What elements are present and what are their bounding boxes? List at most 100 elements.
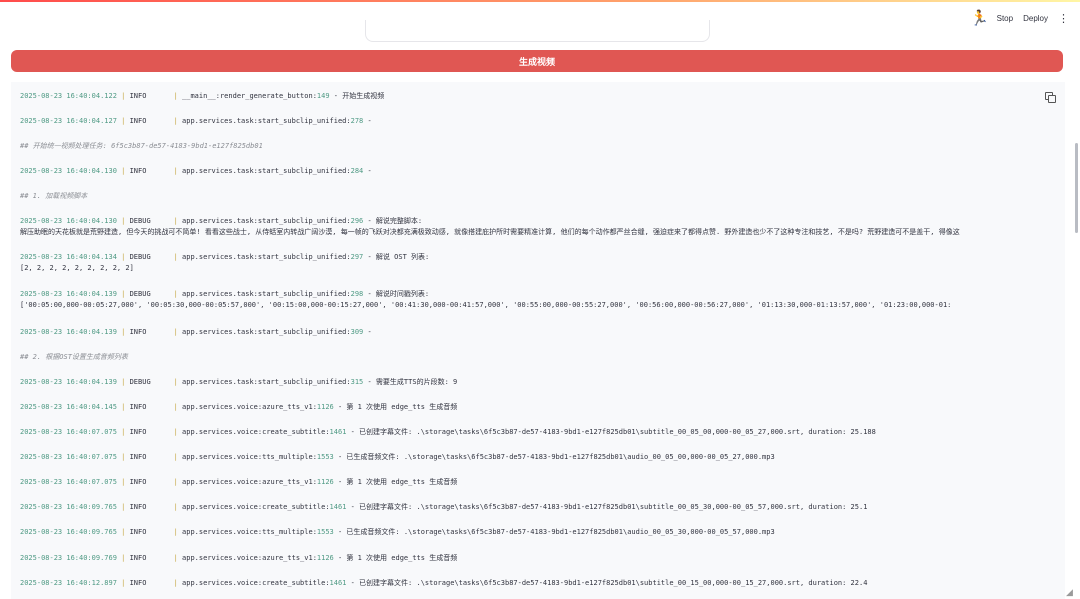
log-message: - 需要生成TTS的片段数: 9: [363, 378, 458, 386]
log-separator: |: [173, 290, 183, 298]
log-separator: |: [173, 378, 183, 386]
log-level: INFO: [129, 554, 147, 562]
vertical-ellipsis-icon[interactable]: ⋮: [1058, 12, 1069, 25]
log-entry: 2025-08-23 16:40:07.075 | INFO | app.serv…: [20, 452, 1065, 463]
log-continuation: ['00:05:00,000-00:05:27,000', '00:05:30,…: [20, 301, 952, 309]
running-man-icon: 🏃: [969, 8, 989, 27]
log-separator: |: [173, 503, 183, 511]
log-heading: ## 2. 根据OST设置生成音频列表: [20, 353, 128, 361]
log-entry: 2025-08-23 16:40:04.134 | DEBUG | app.ser…: [20, 252, 1065, 263]
log-level: INFO: [129, 579, 147, 587]
log-lineno: 309: [350, 328, 364, 336]
log-timestamp: 2025-08-23 16:40:09.769: [20, 554, 117, 562]
log-separator: |: [173, 554, 183, 562]
log-lineno: 296: [350, 217, 364, 225]
log-lineno: 1461: [329, 579, 347, 587]
log-timestamp: 2025-08-23 16:40:04.130: [20, 167, 117, 175]
log-module: app.services.task:start_subclip_unified: [182, 378, 347, 386]
log-message: -: [363, 328, 372, 336]
log-module: app.services.voice:azure_tts_v1: [182, 478, 313, 486]
log-module: app.services.voice:azure_tts_v1: [182, 403, 313, 411]
log-separator: |: [173, 92, 183, 100]
log-module: app.services.voice:azure_tts_v1: [182, 554, 313, 562]
log-message: - 开始生成视频: [329, 92, 385, 100]
log-timestamp: 2025-08-23 16:40:09.765: [20, 528, 117, 536]
log-timestamp: 2025-08-23 16:40:04.145: [20, 403, 117, 411]
log-level: INFO: [129, 478, 147, 486]
log-lineno: 297: [350, 253, 364, 261]
log-lineno: 298: [350, 290, 364, 298]
generate-video-button[interactable]: 生成视频: [11, 50, 1063, 72]
log-module: app.services.task:start_subclip_unified: [182, 117, 347, 125]
log-separator: |: [116, 328, 130, 336]
log-separator: |: [173, 217, 183, 225]
log-lineno: 1461: [329, 503, 347, 511]
log-timestamp: 2025-08-23 16:40:07.075: [20, 478, 117, 486]
log-separator: |: [173, 253, 183, 261]
log-separator: |: [173, 528, 183, 536]
log-continuation: [2, 2, 2, 2, 2, 2, 2, 2, 2]: [20, 264, 134, 272]
log-separator: |: [116, 478, 130, 486]
log-lineno: 149: [316, 92, 330, 100]
log-module: app.services.voice:tts_multiple: [182, 453, 313, 461]
log-separator: |: [173, 453, 183, 461]
log-lineno: 284: [350, 167, 364, 175]
log-level: INFO: [129, 528, 147, 536]
log-entry: 2025-08-23 16:40:04.139 | DEBUG | app.ser…: [20, 289, 1065, 300]
log-output: 2025-08-23 16:40:04.122 | INFO | __main__…: [11, 82, 1065, 599]
log-level: DEBUG: [129, 290, 151, 298]
deploy-button[interactable]: Deploy: [1023, 14, 1048, 23]
log-lineno: 1126: [316, 478, 334, 486]
log-separator: |: [116, 403, 130, 411]
log-entry: 2025-08-23 16:40:09.765 | INFO | app.serv…: [20, 502, 1065, 513]
log-timestamp: 2025-08-23 16:40:04.134: [20, 253, 117, 261]
log-lineno: 1126: [316, 403, 334, 411]
log-entry: 2025-08-23 16:40:04.145 | INFO | app.serv…: [20, 402, 1065, 413]
log-separator: |: [116, 528, 130, 536]
log-separator: |: [116, 503, 130, 511]
page-scrollbar[interactable]: [1075, 143, 1078, 233]
log-module: app.services.voice:tts_multiple: [182, 528, 313, 536]
log-separator: |: [116, 428, 130, 436]
log-separator: |: [116, 117, 130, 125]
log-entry: 2025-08-23 16:40:09.765 | INFO | app.serv…: [20, 527, 1065, 538]
log-level: INFO: [129, 428, 147, 436]
log-timestamp: 2025-08-23 16:40:12.897: [20, 579, 117, 587]
log-separator: |: [116, 453, 130, 461]
log-message: - 已创建字幕文件: .\storage\tasks\6f5c3b87-de57…: [346, 503, 868, 511]
log-separator: |: [173, 328, 183, 336]
log-heading: ## 开始统一视频处理任务: 6f5c3b87-de57-4183-9bd1-e…: [20, 142, 263, 150]
log-separator: |: [116, 217, 130, 225]
log-level: DEBUG: [129, 378, 151, 386]
log-separator: |: [173, 478, 183, 486]
log-level: INFO: [129, 503, 147, 511]
log-timestamp: 2025-08-23 16:40:07.075: [20, 453, 117, 461]
stop-button[interactable]: Stop: [997, 14, 1013, 23]
log-separator: |: [173, 167, 183, 175]
log-module: __main__:render_generate_button: [182, 92, 313, 100]
log-module: app.services.voice:create_subtitle: [182, 579, 326, 587]
log-entry: 2025-08-23 16:40:04.122 | INFO | __main__…: [20, 91, 1065, 102]
log-message: - 已创建字幕文件: .\storage\tasks\6f5c3b87-de57…: [346, 579, 868, 587]
log-separator: |: [173, 403, 183, 411]
log-separator: |: [116, 378, 130, 386]
log-lineno: 315: [350, 378, 364, 386]
log-timestamp: 2025-08-23 16:40:04.130: [20, 217, 117, 225]
log-module: app.services.task:start_subclip_unified: [182, 290, 347, 298]
log-separator: |: [116, 554, 130, 562]
log-module: app.services.task:start_subclip_unified: [182, 328, 347, 336]
log-message: - 第 1 次使用 edge_tts 生成音频: [333, 554, 458, 562]
log-separator: |: [173, 428, 183, 436]
log-separator: |: [173, 579, 183, 587]
log-lineno: 1553: [316, 528, 334, 536]
log-module: app.services.voice:create_subtitle: [182, 503, 326, 511]
log-message: - 第 1 次使用 edge_tts 生成音频: [333, 403, 458, 411]
log-timestamp: 2025-08-23 16:40:04.127: [20, 117, 117, 125]
log-separator: |: [116, 92, 130, 100]
resize-handle-icon[interactable]: ◢: [1066, 588, 1076, 598]
log-lineno: 1461: [329, 428, 347, 436]
log-level: INFO: [129, 328, 147, 336]
previous-container-edge: [365, 20, 710, 42]
log-separator: |: [116, 253, 130, 261]
log-separator: |: [116, 579, 130, 587]
